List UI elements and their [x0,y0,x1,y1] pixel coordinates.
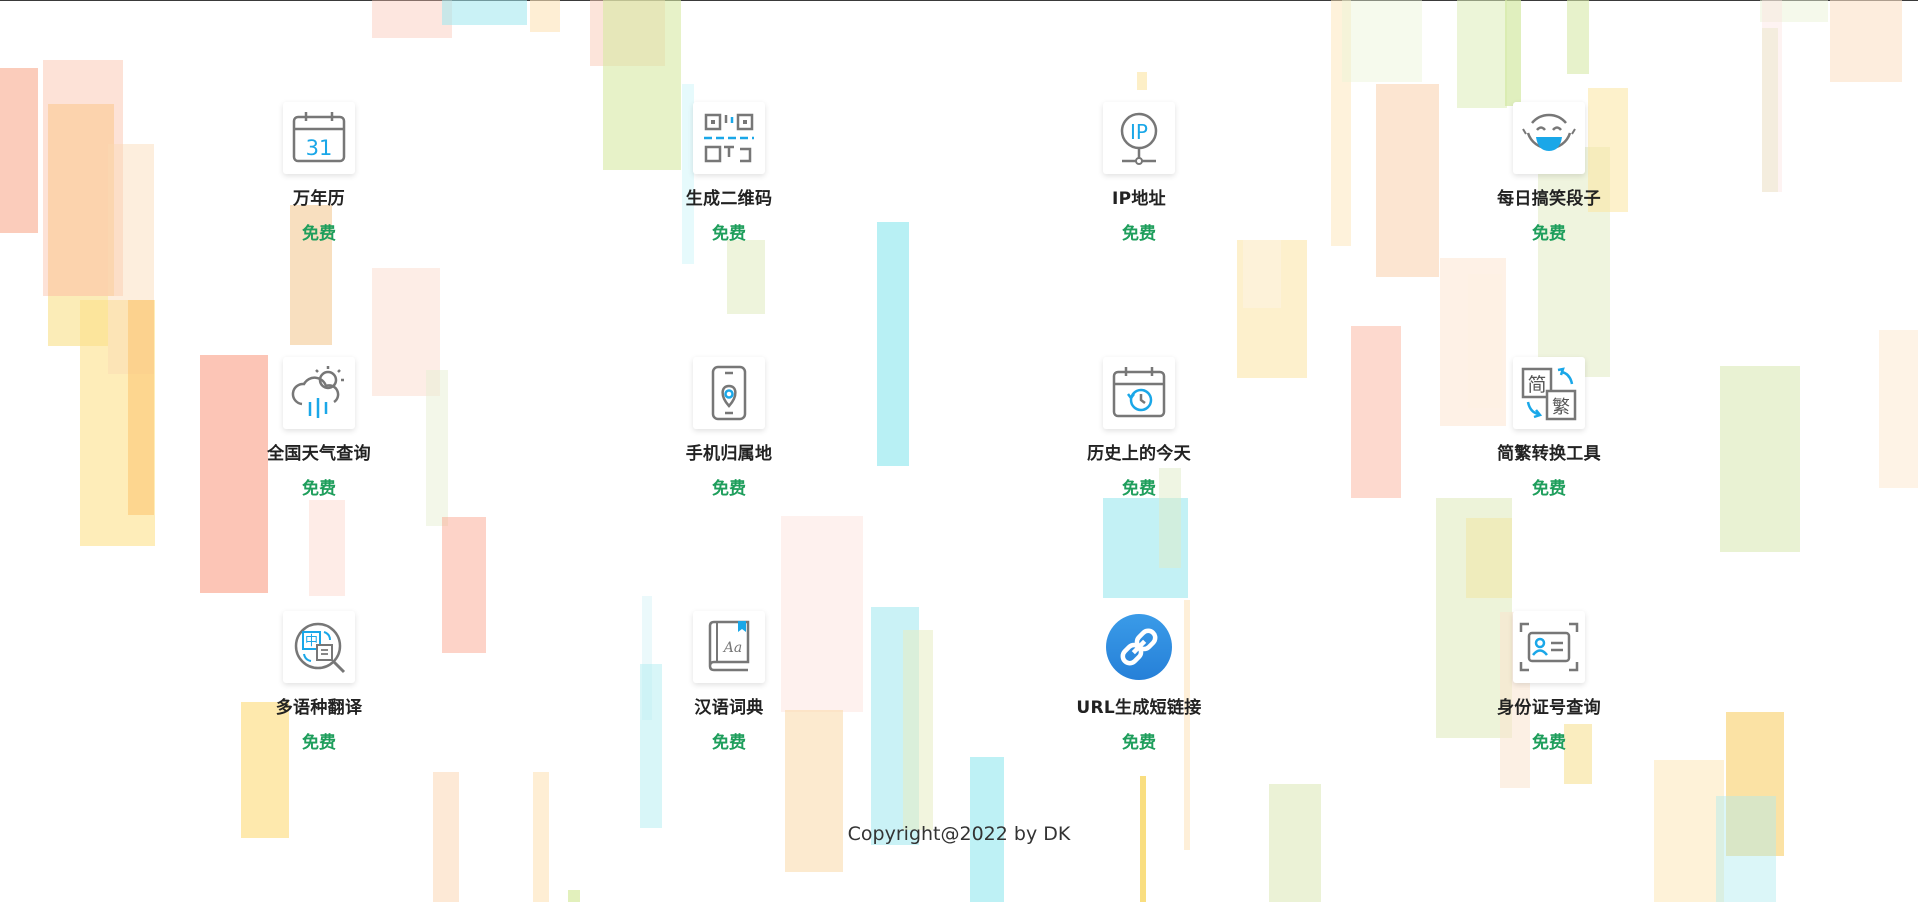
tool-name: 多语种翻译 [275,698,363,718]
tool-price: 免费 [1122,479,1156,499]
tool-name: URL生成短链接 [1076,698,1202,718]
tool-price: 免费 [712,224,746,244]
tool-card-calendar[interactable]: 31 万年历 免费 [219,102,419,244]
footer-copyright: Copyright@2022 by DK [847,823,1071,845]
link-icon [1103,611,1175,683]
tool-price: 免费 [1122,733,1156,753]
tool-card-phone-location[interactable]: 手机归属地 免费 [629,357,829,499]
tool-name: 万年历 [293,189,345,209]
tool-card-weather[interactable]: 全国天气查询 免费 [219,357,419,499]
tool-price: 免费 [1122,224,1156,244]
tool-name: 历史上的今天 [1087,444,1191,464]
svg-text:IP: IP [1130,120,1148,144]
tool-name: 生成二维码 [685,189,773,209]
tool-price: 免费 [302,733,336,753]
weather-icon [283,357,355,429]
tool-card-jokes[interactable]: 每日搞笑段子 免费 [1449,102,1649,244]
id-card-icon [1513,611,1585,683]
tool-name: 身份证号查询 [1497,698,1601,718]
tool-price: 免费 [712,733,746,753]
tool-name: 汉语词典 [694,698,764,718]
dictionary-icon: Aa [693,611,765,683]
tool-card-translate[interactable]: 中 多语种翻译 免费 [219,611,419,753]
svg-text:31: 31 [306,136,333,160]
tool-card-simplified-traditional[interactable]: 简 繁 简繁转换工具 免费 [1449,357,1649,499]
tool-price: 免费 [302,479,336,499]
tool-price: 免费 [1532,224,1566,244]
tool-grid: 31 万年历 免费 生成二维码 免费 IP IP地址 免费 每日搞笑段子 免费 … [0,0,1918,902]
svg-text:繁: 繁 [1552,397,1570,418]
tool-card-history-today[interactable]: 历史上的今天 免费 [1039,357,1239,499]
tool-name: 每日搞笑段子 [1497,189,1601,209]
tool-card-qr-code[interactable]: 生成二维码 免费 [629,102,829,244]
calendar-31-icon: 31 [283,102,355,174]
phone-location-icon [693,357,765,429]
tool-price: 免费 [712,479,746,499]
tool-name: 全国天气查询 [267,444,371,464]
tool-name: IP地址 [1112,189,1166,209]
tool-card-ip-address[interactable]: IP IP地址 免费 [1039,102,1239,244]
calendar-history-icon [1103,357,1175,429]
ip-pin-icon: IP [1103,102,1175,174]
svg-text:Aa: Aa [722,640,742,656]
tool-price: 免费 [1532,733,1566,753]
translate-icon: 中 [283,611,355,683]
tool-card-id-card[interactable]: 身份证号查询 免费 [1449,611,1649,753]
tool-price: 免费 [1532,479,1566,499]
tool-price: 免费 [302,224,336,244]
qr-code-icon [693,102,765,174]
tool-card-dictionary[interactable]: Aa 汉语词典 免费 [629,611,829,753]
laughing-face-icon [1513,102,1585,174]
simplified-traditional-icon: 简 繁 [1513,357,1585,429]
tool-name: 简繁转换工具 [1497,444,1601,464]
svg-text:简: 简 [1527,374,1546,396]
tool-card-short-url[interactable]: URL生成短链接 免费 [1039,611,1239,753]
tool-name: 手机归属地 [685,444,773,464]
